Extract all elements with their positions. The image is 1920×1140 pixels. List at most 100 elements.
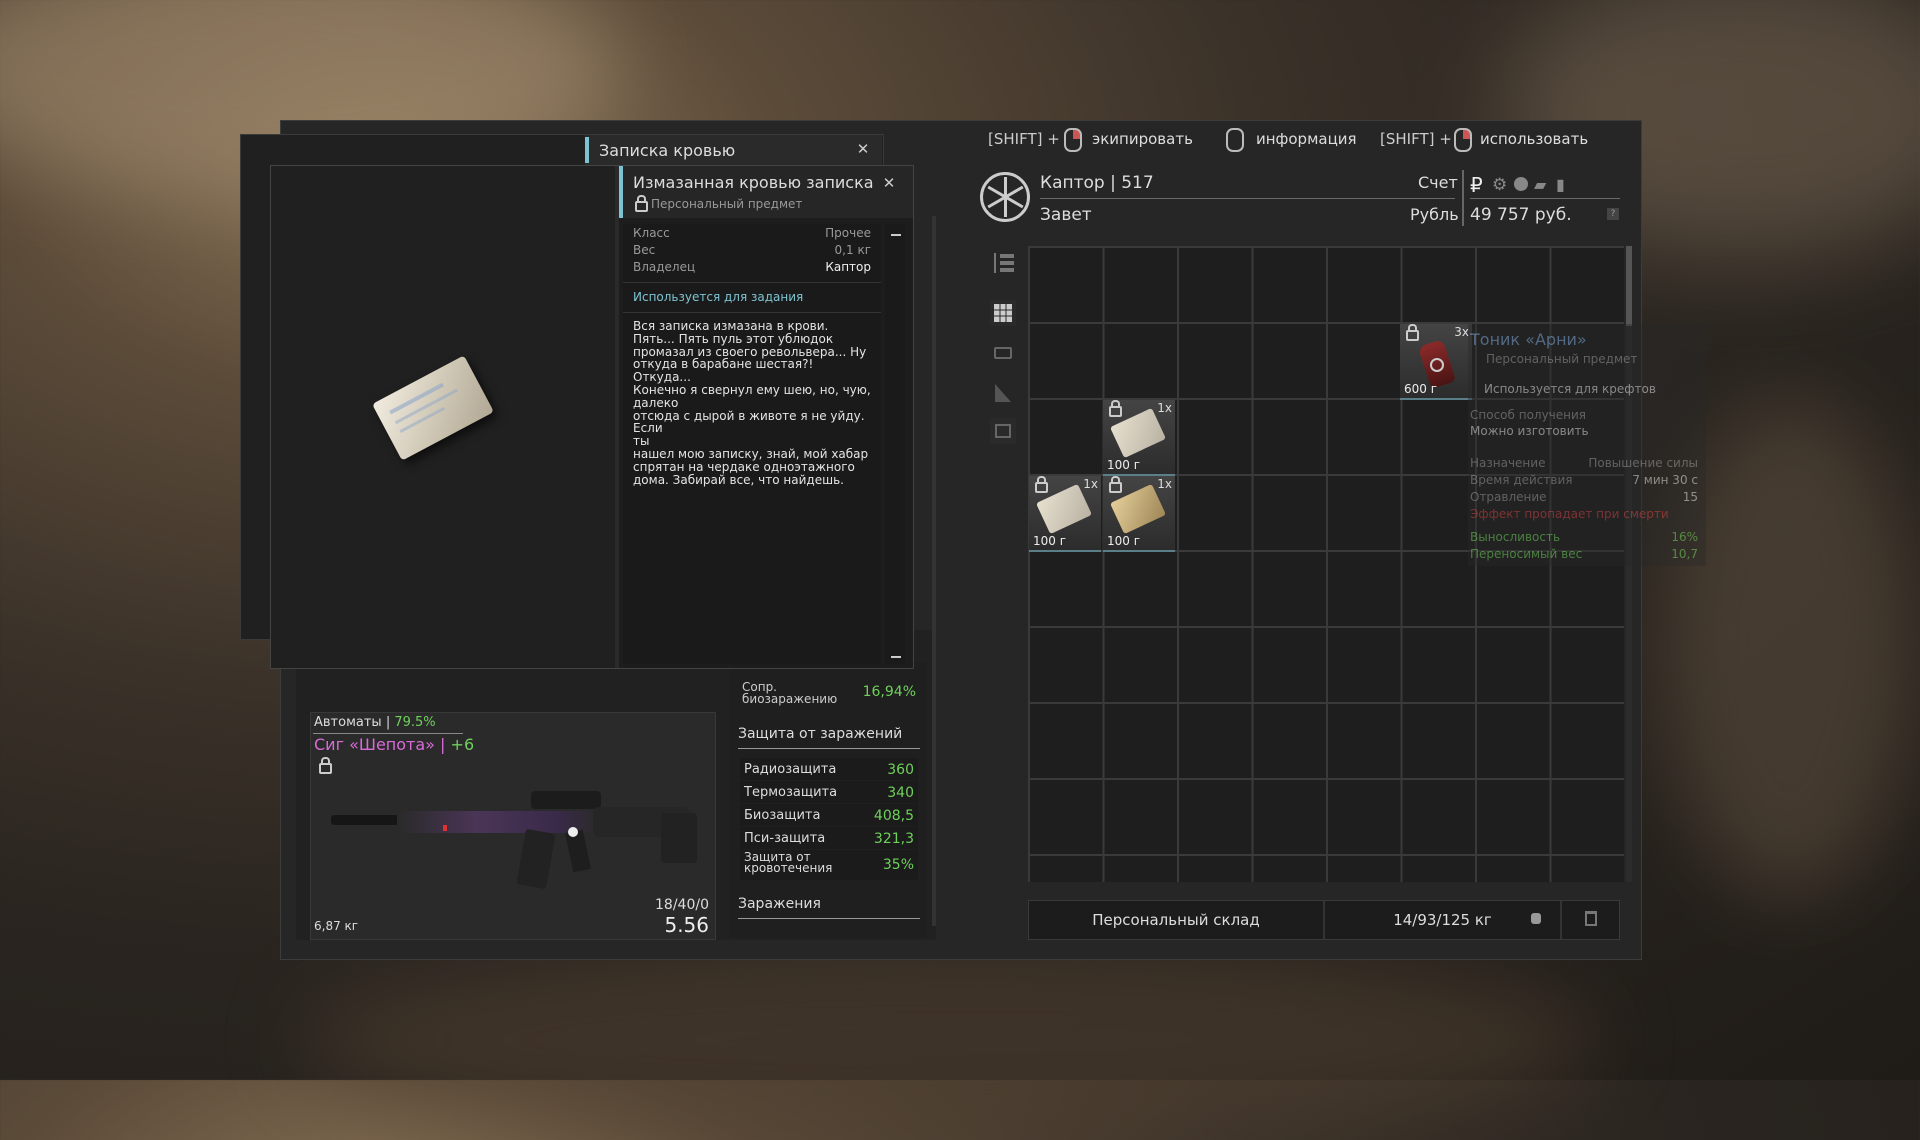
tooltip-stamina-value: 16%: [1671, 530, 1698, 544]
lock-icon: [1109, 400, 1122, 417]
stat-row: Радиозащита 360: [740, 758, 918, 780]
stat-label: Биозащита: [744, 808, 821, 823]
item-qty: 1x: [1083, 477, 1098, 491]
tooltip-stamina-label: Выносливость: [1470, 530, 1561, 544]
rifle-image: [331, 773, 701, 893]
tooltip-duration-value: 7 мин 30 с: [1632, 473, 1698, 487]
stat-value: 340: [887, 785, 914, 801]
item-weight: 100 г: [1107, 458, 1141, 472]
lock-icon: [635, 195, 648, 212]
hint-info: информация: [1256, 130, 1357, 148]
tooltip-purpose-value: Повышение силы: [1588, 456, 1698, 470]
item-title: Измазанная кровью записка: [633, 173, 874, 192]
stat-label: Радиозащита: [744, 762, 837, 777]
note-text: Вся записка измазана в крови. Пять... Пя…: [633, 319, 871, 487]
trash-icon[interactable]: [1585, 911, 1597, 926]
faction-emblem-icon: [980, 172, 1030, 222]
item-info: Измазанная кровью записка Персональный п…: [619, 166, 913, 668]
grid-item-note[interactable]: 1x 100 г: [1029, 476, 1101, 552]
lock-icon: [1035, 476, 1048, 493]
lock-icon: [1109, 476, 1122, 493]
player-name: Каптор | 517: [1040, 173, 1154, 193]
note-image: [372, 355, 494, 461]
item-window: Измазанная кровью записка Персональный п…: [270, 165, 914, 669]
currency-label: Рубль: [1410, 205, 1459, 224]
help-icon[interactable]: ?: [1607, 208, 1619, 220]
tooltip-carry-label: Переносимый вес: [1470, 547, 1583, 561]
info-scrollbar[interactable]: [885, 224, 905, 664]
ruble-icon[interactable]: ₽: [1470, 173, 1483, 197]
stats-scrollbar[interactable]: [932, 216, 936, 926]
prop-weight-value: 0,1 кг: [834, 243, 871, 257]
infections-title: Заражения: [738, 896, 821, 912]
lock-icon: [1406, 324, 1419, 341]
weapon-ammo: 18/40/0: [655, 897, 709, 913]
grid-view-icon[interactable]: [990, 300, 1016, 326]
weapon-weight: 6,87 кг: [314, 919, 359, 933]
weapon-category-pct: 79.5%: [394, 715, 436, 730]
prop-owner-value: Каптор: [825, 260, 871, 274]
item-qty: 3x: [1454, 325, 1469, 339]
grid-item-old-note[interactable]: 1x 100 г: [1103, 476, 1175, 552]
mouse-icon: [1226, 128, 1244, 152]
stat-row: Пси-защита 321,3: [740, 827, 918, 849]
bottle-icon[interactable]: ▮: [1556, 175, 1565, 194]
close-icon[interactable]: ✕: [855, 141, 871, 157]
prop-class-value: Прочее: [825, 226, 871, 240]
prop-weight-label: Вес: [633, 243, 656, 257]
item-qty: 1x: [1157, 401, 1172, 415]
stat-value: 360: [887, 762, 914, 778]
tooltip-carry-value: 10,7: [1671, 547, 1698, 561]
tooltip-duration-label: Время действия: [1470, 473, 1573, 487]
grid-item-note[interactable]: 1x 100 г: [1103, 400, 1175, 476]
tooltip-poison-label: Отравление: [1470, 490, 1547, 504]
hint-prefix-3: [SHIFT] +: [1380, 130, 1452, 148]
weapon-category: Автоматы |: [314, 715, 395, 730]
quest-label: Используется для задания: [633, 290, 804, 304]
weapon-upgrade: +6: [450, 735, 475, 754]
tooltip-source-value: Можно изготовить: [1470, 424, 1589, 438]
note-window-title: Записка кровью: [599, 141, 736, 160]
note-window-title-bar: Записка кровью ✕: [585, 135, 882, 165]
stat-value: 35%: [882, 857, 914, 873]
item-qty: 1x: [1157, 477, 1172, 491]
stat-label: Пси-защита: [744, 831, 826, 846]
coin-icon[interactable]: [1514, 177, 1528, 191]
storage-capacity: 14/93/125 кг: [1393, 911, 1492, 929]
mouse-right-icon-2: [1454, 128, 1472, 152]
close-icon[interactable]: ✕: [881, 175, 897, 191]
weight-icon: [1531, 913, 1541, 924]
tooltip-death-note: Эффект пропадает при смерти: [1470, 507, 1669, 521]
tooltip-purpose-label: Назначение: [1470, 456, 1546, 470]
camera-icon[interactable]: [990, 340, 1016, 366]
player-faction: Завет: [1040, 205, 1092, 225]
hint-bar: [SHIFT] + экипировать информация [SHIFT]…: [988, 126, 1608, 152]
stat-value: 321,3: [873, 831, 914, 847]
stat-label: Термозащита: [744, 785, 838, 800]
hint-equip: экипировать: [1092, 130, 1193, 148]
tooltip-craft: Используется для крефтов: [1484, 382, 1656, 396]
storage-label[interactable]: Персональный склад: [1029, 911, 1323, 929]
item-weight: 100 г: [1033, 534, 1067, 548]
balance: 49 757 руб.: [1470, 205, 1572, 225]
protection-title: Защита от заражений: [738, 726, 903, 742]
grid-item-tonic[interactable]: 3x 600 г: [1400, 324, 1472, 400]
tooltip-source-label: Способ получения: [1470, 408, 1587, 422]
item-preview: [271, 166, 615, 668]
gear-currency-icon[interactable]: ⚙: [1492, 175, 1507, 195]
bars-icon[interactable]: ▰: [1534, 175, 1546, 194]
weapon-name: Сиг «Шепота» |: [314, 735, 451, 754]
bio-resist-value: 16,94%: [862, 684, 916, 700]
stat-label: Защита от кровотечения: [744, 850, 833, 875]
ruler-icon[interactable]: [990, 380, 1016, 406]
bio-resist-label: Сопр. биозаражению: [742, 680, 838, 706]
tooltip-poison-value: 15: [1682, 490, 1698, 504]
item-tooltip: Тоник «Арни» Персональный предмет Исполь…: [1468, 324, 1706, 566]
sort-icon[interactable]: [990, 250, 1016, 276]
box-icon[interactable]: [990, 418, 1016, 444]
hint-prefix-1: [SHIFT] +: [988, 130, 1060, 148]
weapon-slot[interactable]: Автоматы | 79.5% Сиг «Шепота» | +6 6,87 …: [310, 712, 716, 940]
stat-row: Биозащита 408,5: [740, 804, 918, 826]
stat-row: Термозащита 340: [740, 781, 918, 803]
mouse-right-icon: [1064, 128, 1082, 152]
